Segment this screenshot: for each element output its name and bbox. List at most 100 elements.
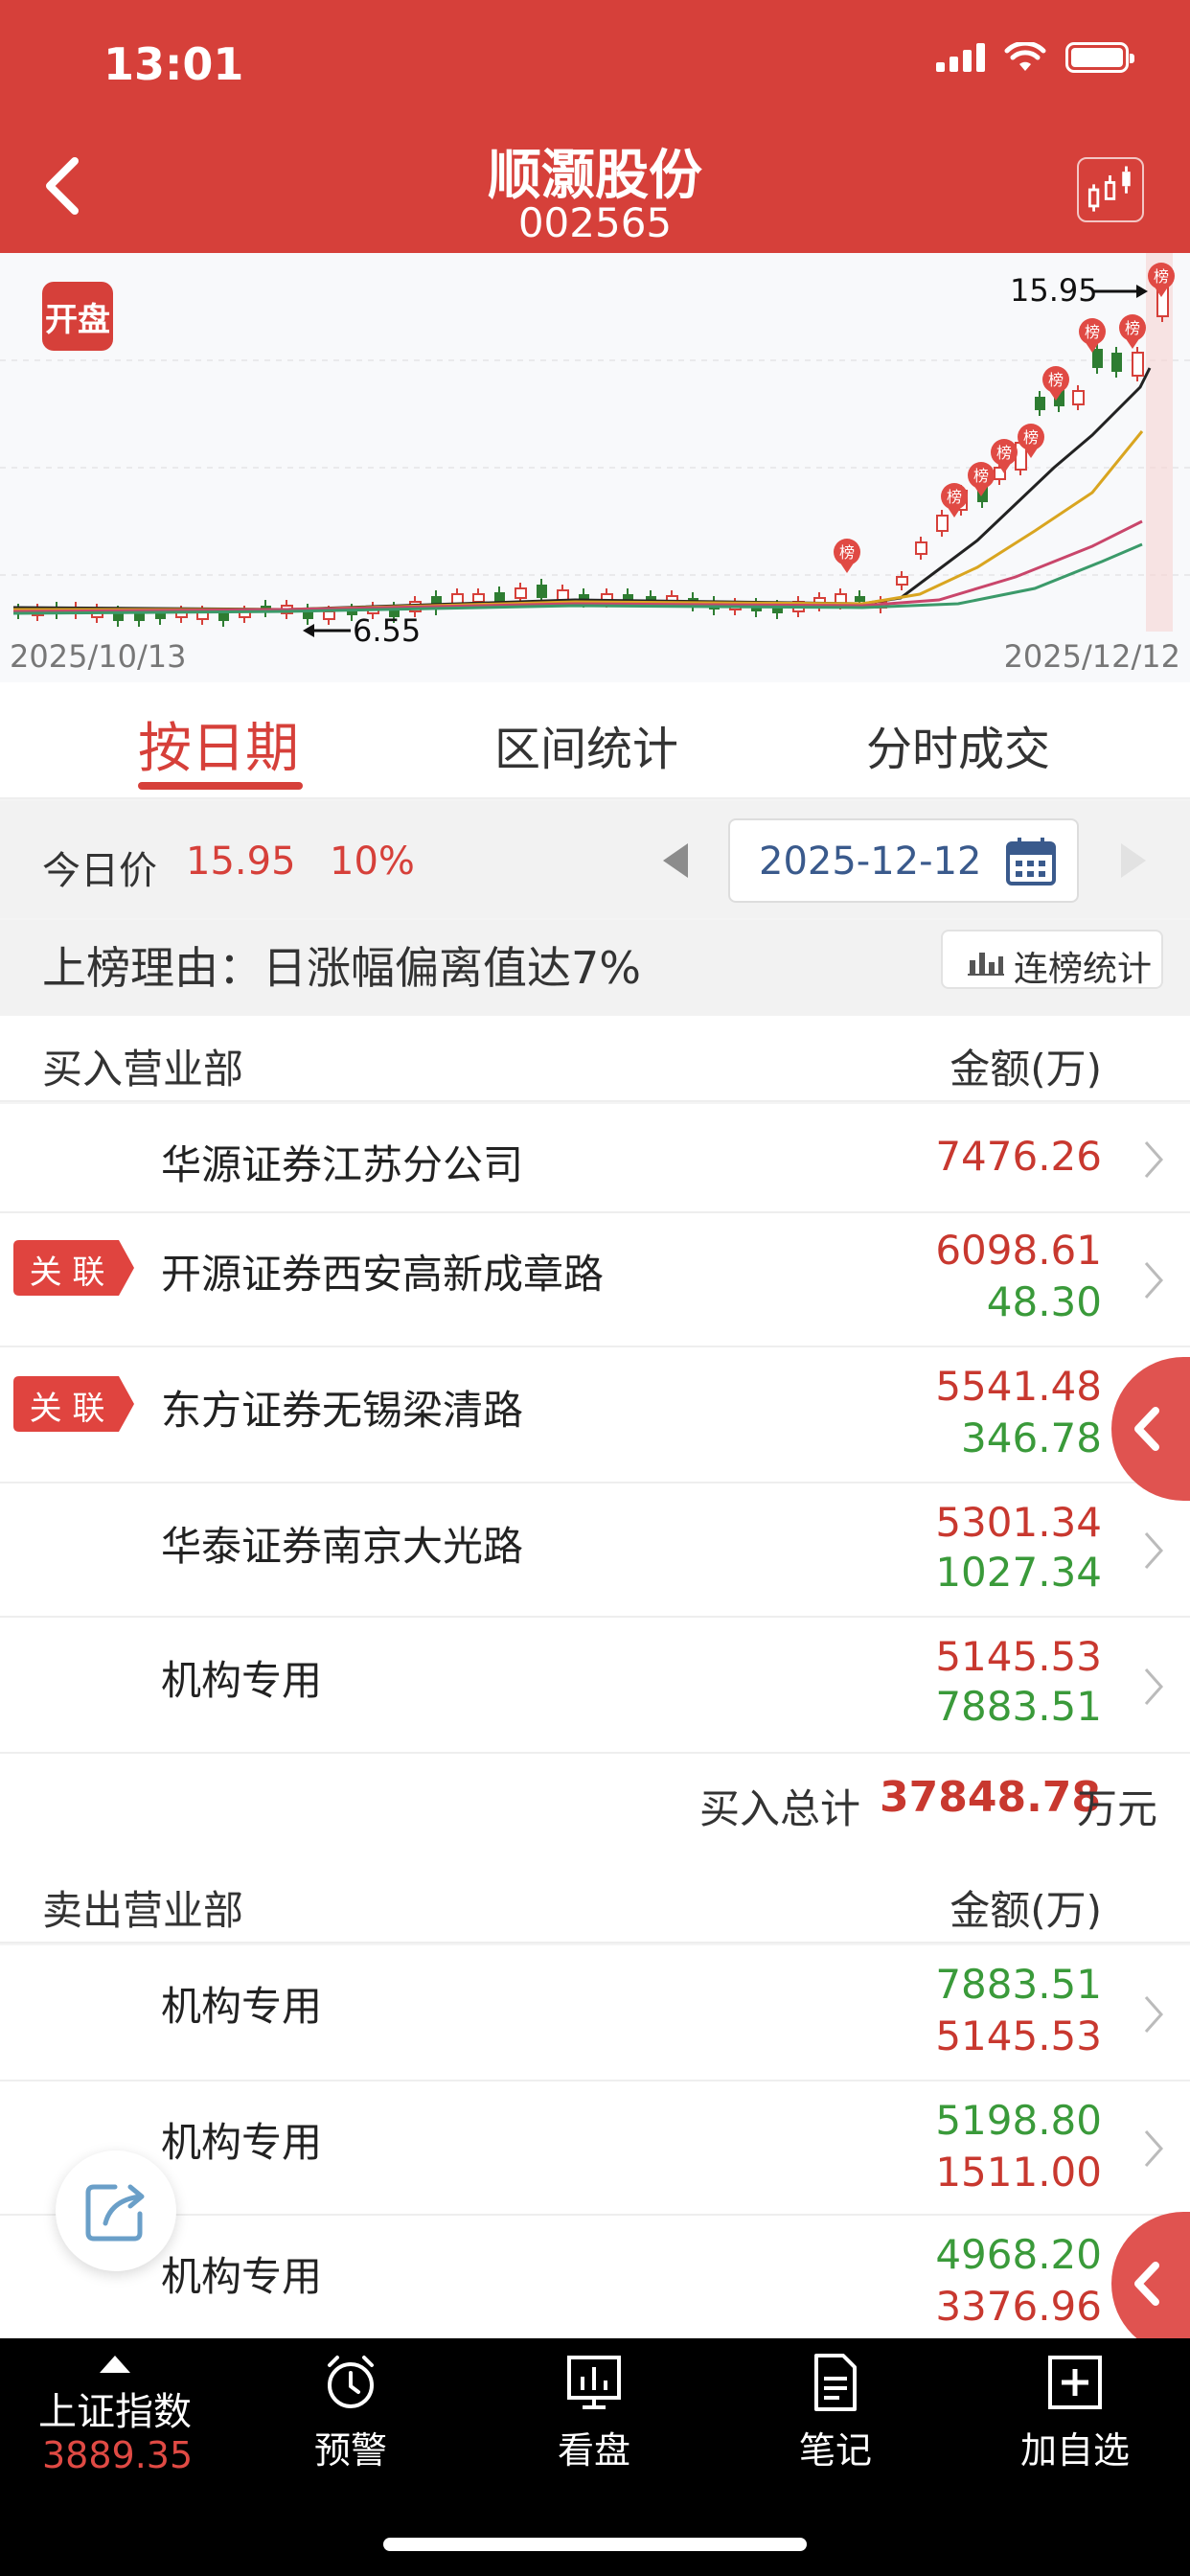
tab-bar: 按日期 区间统计 分时成交 (0, 682, 1190, 799)
list-marker-label: 榜 (1125, 319, 1140, 337)
candle (472, 593, 485, 603)
buy-amount: 5145.53 (935, 2012, 1102, 2059)
broker-name: 机构专用 (161, 2119, 323, 2166)
sell-amount: 7883.51 (935, 1961, 1102, 2008)
sell-section-header: 卖出营业部 金额(万) (0, 1857, 1190, 1944)
broker-name: 机构专用 (161, 2253, 323, 2300)
buy-amount: 5145.53 (935, 1633, 1102, 1680)
list-marker-label: 榜 (1048, 371, 1064, 389)
today-change-pct: 10% (330, 840, 415, 884)
home-indicator (383, 2538, 807, 2551)
buy-row[interactable]: 华泰证券南京大光路 5301.34 1027.34 (0, 1484, 1190, 1618)
candle (323, 610, 335, 620)
broker-name: 东方证券无锡梁清路 (161, 1387, 524, 1434)
wifi-icon (1004, 42, 1046, 71)
amount-header: 金额(万) (950, 1887, 1102, 1934)
chevron-right-icon (1144, 2130, 1164, 2167)
buy-amount: 1511.00 (935, 2149, 1102, 2196)
list-marker-label: 榜 (996, 444, 1012, 462)
sell-row[interactable]: 机构专用 5198.80 1511.00 (0, 2082, 1190, 2216)
kline-chart-button[interactable] (1077, 157, 1144, 222)
list-marker-label: 榜 (947, 488, 962, 506)
listing-reason-row: 上榜理由：日涨幅偏离值达7% 连榜统计 (0, 920, 1190, 1016)
list-marker-label: 榜 (839, 543, 855, 562)
broker-name: 华泰证券南京大光路 (161, 1523, 524, 1570)
nav-alert[interactable]: 预警 (284, 2352, 418, 2473)
app-header: 13:01 顺灏股份 002565 (0, 0, 1190, 253)
candle (515, 587, 527, 599)
side-drawer-toggle[interactable] (1111, 2212, 1190, 2356)
side-drawer-toggle[interactable] (1111, 1357, 1190, 1501)
tab-by-date[interactable]: 按日期 (138, 705, 299, 783)
chevron-right-icon (1144, 1996, 1164, 2033)
nav-watch-market[interactable]: 看盘 (527, 2352, 661, 2473)
list-marker-label: 榜 (1085, 323, 1100, 341)
list-marker-label: 榜 (973, 467, 989, 485)
broker-name: 机构专用 (161, 1657, 323, 1704)
index-name[interactable]: 上证指数 (38, 2380, 192, 2436)
sell-amount: 4968.20 (935, 2231, 1102, 2278)
nav-notes[interactable]: 笔记 (768, 2352, 903, 2473)
sell-row[interactable]: 机构专用 4968.20 3376.96 (0, 2216, 1190, 2350)
broker-name: 机构专用 (161, 1983, 323, 2030)
sell-amount: 346.78 (961, 1414, 1102, 1461)
add-square-icon (1048, 2356, 1102, 2409)
chart-end-date: 2025/12/12 (1003, 638, 1180, 675)
broker-name: 华源证券江苏分公司 (161, 1141, 524, 1188)
open-badge[interactable]: 开盘 (42, 282, 113, 351)
selected-date: 2025-12-12 (759, 840, 982, 884)
buy-total-value: 37848.78 (880, 1773, 1102, 1822)
kline-chart-canvas: 榜榜榜榜榜榜榜 榜榜 15.95 6.55 (0, 253, 1190, 649)
candle (1111, 353, 1122, 372)
active-tab-indicator (138, 782, 303, 790)
buy-amount: 5541.48 (935, 1363, 1102, 1410)
buy-total-unit: 万元 (1077, 1785, 1158, 1832)
sell-amount: 1027.34 (935, 1549, 1102, 1596)
candle (1072, 390, 1085, 405)
low-price-label: 6.55 (353, 612, 421, 649)
buy-section-header: 买入营业部 金额(万) (0, 1016, 1190, 1102)
chevron-left-icon (1134, 2262, 1159, 2306)
stock-name: 顺灏股份 (488, 145, 702, 207)
buy-amount: 6098.61 (935, 1227, 1102, 1274)
share-button[interactable] (56, 2150, 176, 2271)
today-price-value: 15.95 (186, 840, 296, 884)
ma10-line (13, 430, 1144, 611)
listing-reason: 上榜理由：日涨幅偏离值达7% (42, 942, 641, 994)
date-picker[interactable]: 2025-12-12 (728, 818, 1079, 903)
sell-section-title: 卖出营业部 (42, 1887, 244, 1934)
candle (855, 596, 865, 602)
buy-row[interactable]: 关 联 东方证券无锡梁清路 5541.48 346.78 (0, 1347, 1190, 1484)
buy-amount: 3376.96 (935, 2283, 1102, 2330)
buy-row[interactable]: 关 联 开源证券西安高新成章路 6098.61 48.30 (0, 1213, 1190, 1347)
chevron-left-icon (1134, 1407, 1159, 1451)
candle (915, 541, 927, 555)
sell-row[interactable]: 机构专用 7883.51 5145.53 (0, 1945, 1190, 2082)
today-price-label: 今日价 (42, 849, 157, 893)
kline-chart[interactable]: 榜榜榜榜榜榜榜榜榜 15.95 6.55 开盘 2025/10/13 2025/… (0, 253, 1190, 682)
status-time: 13:01 (103, 38, 244, 90)
buy-amount: 7476.26 (935, 1133, 1102, 1180)
previous-date-icon[interactable] (657, 840, 692, 882)
expand-up-icon[interactable] (96, 2352, 134, 2375)
buy-row[interactable]: 机构专用 5145.53 7883.51 (0, 1618, 1190, 1754)
candle (218, 613, 229, 621)
consecutive-list-stats-button[interactable]: 连榜统计 (941, 930, 1163, 989)
list-marker-pin (839, 562, 855, 573)
high-price-label: 15.95 (1010, 272, 1098, 309)
tab-intraday-trades[interactable]: 分时成交 (866, 711, 1050, 778)
candle (134, 613, 145, 621)
alarm-clock-icon (328, 2356, 374, 2408)
next-date-icon[interactable] (1117, 840, 1152, 882)
tab-interval-stats[interactable]: 区间统计 (494, 711, 678, 778)
bar-chart-icon (968, 953, 1004, 976)
nav-add-watchlist[interactable]: 加自选 (1008, 2352, 1142, 2473)
chevron-right-icon (1144, 1141, 1164, 1178)
candle (557, 589, 569, 601)
calendar-icon (1006, 838, 1056, 886)
buy-amount: 5301.34 (935, 1499, 1102, 1546)
list-marker-pin (947, 506, 962, 518)
candle (1035, 397, 1045, 410)
note-icon (814, 2354, 857, 2411)
buy-row[interactable]: 华源证券江苏分公司 7476.26 (0, 1104, 1190, 1213)
